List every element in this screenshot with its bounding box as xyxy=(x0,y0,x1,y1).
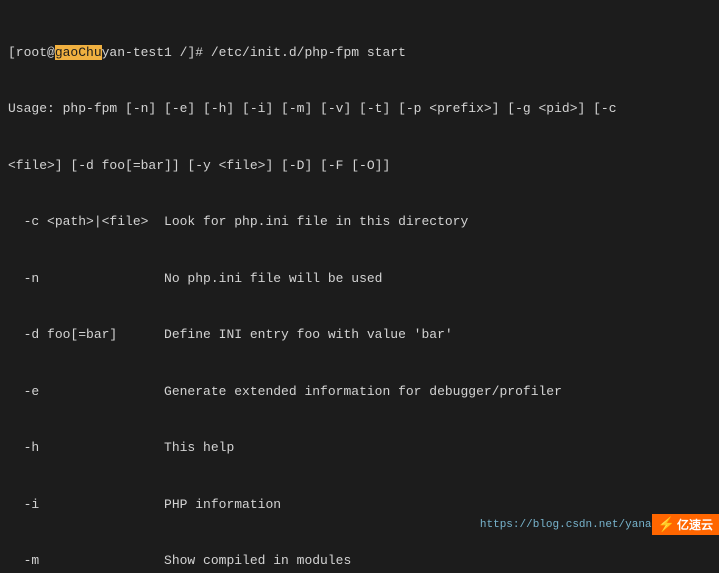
prompt-bracket: [root@ xyxy=(8,45,55,60)
terminal-line-1: [root@gaoChuyan-test1 /]# /etc/init.d/ph… xyxy=(8,44,711,63)
highlighted-username: gaoChu xyxy=(55,45,102,60)
terminal-content: [root@gaoChuyan-test1 /]# /etc/init.d/ph… xyxy=(8,6,711,573)
watermark-url: https://blog.csdn.net/yana xyxy=(480,519,652,531)
brand-text: 亿速云 xyxy=(677,516,713,533)
terminal-line-8: -h This help xyxy=(8,439,711,458)
terminal-line-4: -c <path>|<file> Look for php.ini file i… xyxy=(8,213,711,232)
terminal-line-5: -n No php.ini file will be used xyxy=(8,270,711,289)
terminal-line-10: -m Show compiled in modules xyxy=(8,552,711,571)
prompt-rest: yan-test1 /]# /etc/init.d/php-fpm start xyxy=(102,45,406,60)
terminal-line-9: -i PHP information xyxy=(8,496,711,515)
terminal-line-2: Usage: php-fpm [-n] [-e] [-h] [-i] [-m] … xyxy=(8,100,711,119)
terminal-line-3: <file>] [-d foo[=bar]] [-y <file>] [-D] … xyxy=(8,157,711,176)
watermark-overlay: https://blog.csdn.net/yana ⚡ 亿速云 xyxy=(480,514,719,535)
terminal-line-7: -e Generate extended information for deb… xyxy=(8,383,711,402)
terminal-window: [root@gaoChuyan-test1 /]# /etc/init.d/ph… xyxy=(0,0,719,573)
brand-icon: ⚡ xyxy=(658,516,675,533)
watermark-brand: ⚡ 亿速云 xyxy=(652,514,719,535)
terminal-line-6: -d foo[=bar] Define INI entry foo with v… xyxy=(8,326,711,345)
